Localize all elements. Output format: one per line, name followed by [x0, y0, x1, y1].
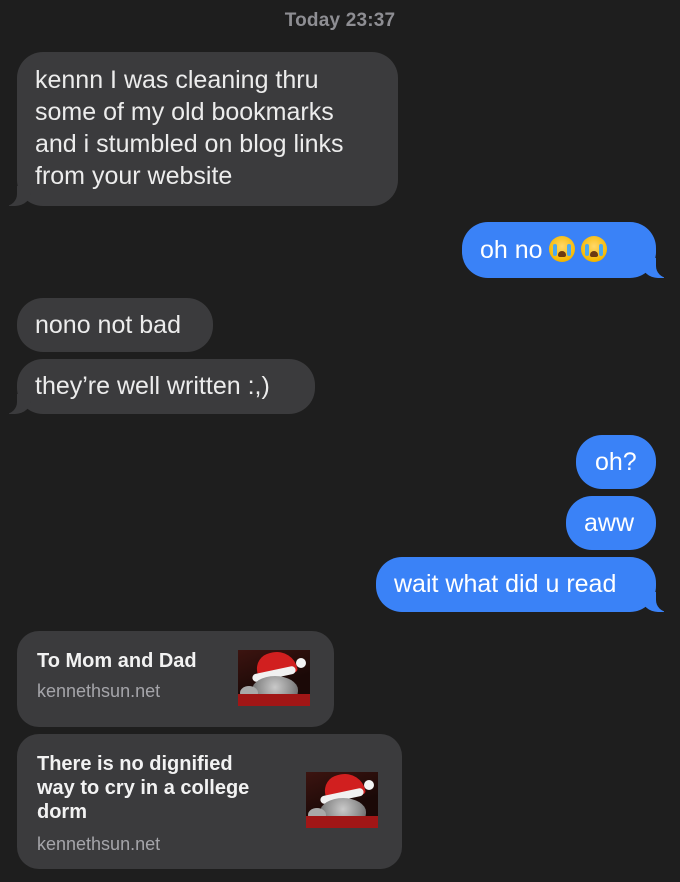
message-line: and i stumbled on blog links — [35, 130, 344, 158]
incoming-message-bubble[interactable]: nono not bad — [17, 298, 213, 352]
loudly-crying-face-emoji — [580, 236, 607, 262]
message-line: some of my old bookmarks — [35, 98, 334, 126]
outgoing-message-bubble[interactable]: aww — [566, 496, 656, 550]
message-line: kennn I was cleaning thru — [35, 66, 319, 94]
incoming-message-bubble[interactable]: they’re well written :,) — [1, 359, 315, 414]
cat-in-santa-hat-image — [238, 650, 310, 706]
outgoing-message-bubble[interactable]: oh? — [576, 435, 656, 489]
message-text: they’re well written :,) — [35, 372, 270, 400]
link-preview-card[interactable]: There is no dignified way to cry in a co… — [17, 734, 402, 869]
message-text-content: oh no — [480, 236, 543, 264]
message-text: aww — [584, 509, 635, 537]
outgoing-message-bubble[interactable]: wait what did u read — [376, 557, 672, 612]
timestamp: Today 23:37 — [284, 10, 396, 31]
message-text: oh? — [595, 448, 637, 476]
link-domain: kennethsun.net — [37, 834, 161, 854]
message-thread: Today 23:37 kennn I was cleaning thru so… — [0, 0, 680, 882]
message-text: wait what did u read — [394, 570, 617, 598]
loudly-crying-face-emoji — [548, 236, 575, 262]
message-text: nono not bad — [35, 311, 181, 339]
outgoing-message-bubble[interactable]: oh no — [462, 222, 672, 278]
link-preview-card[interactable]: To Mom and Dad kennethsun.net — [17, 631, 334, 727]
message-line: from your website — [35, 162, 233, 190]
message-text: oh no — [480, 234, 638, 266]
incoming-message-bubble[interactable]: kennn I was cleaning thru some of my old… — [1, 52, 398, 206]
cat-in-santa-hat-image — [306, 772, 378, 828]
